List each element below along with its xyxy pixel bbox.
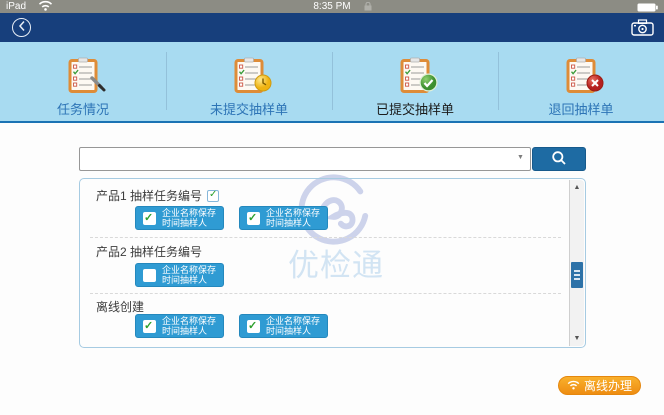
clipboard-pencil-icon xyxy=(68,57,106,94)
tab-label: 未提交抽样单 xyxy=(209,102,288,117)
status-bar: iPad 8:35 PM xyxy=(0,0,664,13)
scrollbar-thumb[interactable] xyxy=(571,262,583,288)
section-title: 产品1 抽样任务编号 xyxy=(96,189,203,203)
content-area: ▼ 优检通 产品1 抽样任务编号 ✓ ✓ 企业名称保存 时间抽样人 ✓ 企业名称… xyxy=(0,123,664,415)
entry-label: 企业名称保存 时间抽样人 xyxy=(266,316,321,336)
scroll-up-arrow-icon[interactable]: ▲ xyxy=(570,184,584,191)
entry-checkbox xyxy=(143,319,156,333)
clipboard-clock-icon xyxy=(234,57,272,94)
entry-checkbox xyxy=(247,319,261,333)
button-row: 企业名称保存 时间抽样人 xyxy=(135,263,225,287)
tab-label: 已提交抽样单 xyxy=(375,102,454,117)
back-button[interactable] xyxy=(12,18,31,37)
separator xyxy=(90,237,561,238)
cross-badge-icon xyxy=(586,74,604,97)
section-title: 产品2 抽样任务编号 xyxy=(96,245,203,259)
section-title-row: 产品2 抽样任务编号 xyxy=(96,243,202,260)
sampling-entry-button[interactable]: 企业名称保存 时间抽样人 xyxy=(239,206,329,230)
scroll-down-arrow-icon[interactable]: ▼ xyxy=(570,335,584,342)
section-title-row: 产品1 抽样任务编号 xyxy=(96,187,220,204)
entry-checkbox xyxy=(143,268,156,282)
sampling-entry-button[interactable]: 企业名称保存 时间抽样人 xyxy=(135,206,225,230)
sampling-entry-button[interactable]: 企业名称保存 时间抽样人 xyxy=(135,263,225,287)
tab-returned-forms[interactable]: 退回抽样单 xyxy=(498,42,664,121)
tab-unsubmitted-forms[interactable]: 未提交抽样单 xyxy=(166,42,332,121)
magnifier-icon xyxy=(551,150,567,169)
clipboard-cross-icon xyxy=(566,57,604,94)
entry-checkbox xyxy=(143,211,156,225)
sampling-list-panel: 产品1 抽样任务编号 企业名称保存 时间抽样人 企业名称保存 时间抽样人 xyxy=(79,178,586,348)
search-button[interactable] xyxy=(532,147,586,171)
separator xyxy=(90,293,561,294)
search-input[interactable] xyxy=(79,147,531,171)
dropdown-arrow-icon[interactable]: ▼ xyxy=(517,154,524,161)
clock-badge-icon xyxy=(254,74,272,97)
scrollbar-track[interactable]: ▲ ▼ xyxy=(569,180,584,346)
tab-task-status[interactable]: 任务情况 xyxy=(0,42,166,121)
sampling-entry-button[interactable]: 企业名称保存 时间抽样人 xyxy=(135,314,225,338)
app-screen: iPad 8:35 PM 任务情况 未提交抽样单 已提交抽样单 退回抽样单 ▼ … xyxy=(0,0,664,415)
tab-label: 任务情况 xyxy=(56,102,109,117)
sampling-entry-button[interactable]: 企业名称保存 时间抽样人 xyxy=(239,314,329,338)
camera-button[interactable] xyxy=(631,19,654,41)
entry-label: 企业名称保存 时间抽样人 xyxy=(162,265,217,285)
camera-icon xyxy=(631,19,654,40)
tab-submitted-forms[interactable]: 已提交抽样单 xyxy=(332,42,498,121)
button-row: 企业名称保存 时间抽样人 企业名称保存 时间抽样人 xyxy=(135,314,329,338)
tab-bar: 任务情况 未提交抽样单 已提交抽样单 退回抽样单 xyxy=(0,42,664,123)
section-title-row: 离线创建 xyxy=(96,298,144,315)
clock-label: 8:35 PM xyxy=(313,1,351,12)
offline-process-label: 离线办理 xyxy=(583,379,632,393)
entry-checkbox xyxy=(247,211,261,225)
entry-label: 企业名称保存 时间抽样人 xyxy=(162,316,217,336)
tab-label: 退回抽样单 xyxy=(548,102,614,117)
clipboard-check-icon xyxy=(400,57,438,94)
chevron-left-icon xyxy=(18,19,26,37)
check-badge-icon xyxy=(419,73,438,97)
wifi-icon xyxy=(567,379,580,393)
button-row: 企业名称保存 时间抽样人 企业名称保存 时间抽样人 xyxy=(135,206,329,230)
title-checkbox[interactable] xyxy=(207,189,220,202)
pencil-icon xyxy=(89,75,107,98)
section-title: 离线创建 xyxy=(96,300,145,314)
entry-label: 企业名称保存 时间抽样人 xyxy=(162,208,217,228)
header-bar xyxy=(0,13,664,42)
offline-process-button[interactable]: 离线办理 xyxy=(558,376,641,395)
entry-label: 企业名称保存 时间抽样人 xyxy=(266,208,321,228)
